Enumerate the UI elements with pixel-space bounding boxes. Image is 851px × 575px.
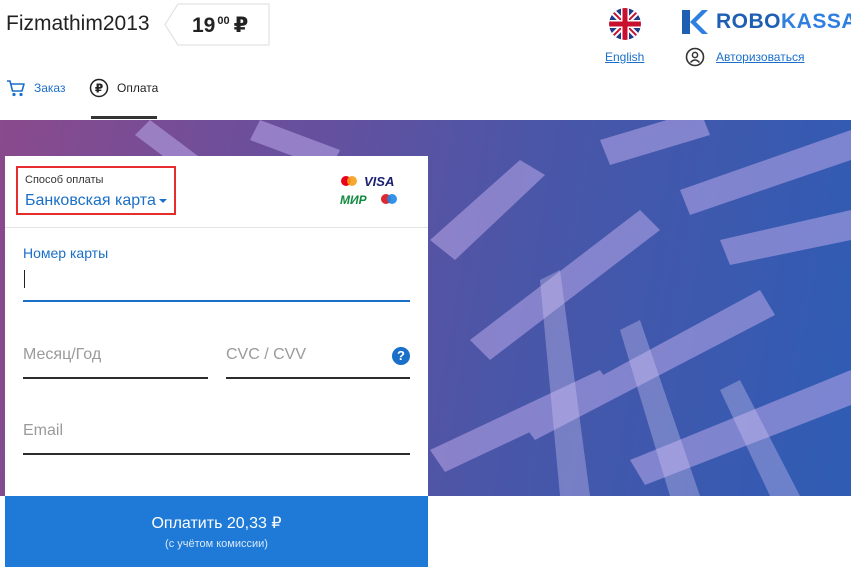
logo-text-kassa: KASSA <box>781 10 851 33</box>
tab-order[interactable]: Заказ <box>6 78 65 98</box>
expiry-input[interactable]: Месяц/Год <box>23 346 101 364</box>
price-tag: 19 00 ₽ <box>164 3 271 46</box>
help-question-icon[interactable]: ? <box>392 347 410 365</box>
pay-button-subtext: (с учётом комиссии) <box>165 538 268 550</box>
user-circle-icon[interactable] <box>685 47 705 67</box>
payment-method-value[interactable]: Банковская карта <box>25 192 167 210</box>
tab-payment-label: Оплата <box>117 81 159 95</box>
language-switch[interactable] <box>605 8 645 40</box>
cvc-input[interactable]: CVC / CVV <box>226 346 306 364</box>
pay-button[interactable]: Оплатить 20,33 ₽ (с учётом комиссии) <box>5 496 428 567</box>
visa-icon: VISA <box>364 174 394 189</box>
tab-order-label: Заказ <box>34 81 66 95</box>
email-input-underline <box>23 453 410 455</box>
price-cents: 00 <box>217 15 230 27</box>
chevron-down-icon[interactable] <box>158 198 167 203</box>
svg-text:₽: ₽ <box>95 82 103 96</box>
expiry-input-underline <box>23 377 208 379</box>
auth-label[interactable]: Авторизоваться <box>716 50 804 64</box>
pay-button-label: Оплатить 20,33 ₽ <box>151 515 282 532</box>
ruble-circle-icon[interactable]: ₽ <box>89 78 109 98</box>
uk-flag-icon[interactable] <box>609 8 641 40</box>
text-cursor <box>24 270 25 288</box>
payment-method-select[interactable]: Способ оплаты Банковская карта <box>16 166 176 215</box>
card-number-label: Номер карты <box>23 245 109 261</box>
email-input[interactable]: Email <box>23 422 63 440</box>
card-brand-logos: VISA МИР <box>340 174 397 207</box>
mir-icon: МИР <box>340 193 368 207</box>
form-divider <box>5 227 428 228</box>
payment-form: Способ оплаты Банковская карта VISA МИР … <box>5 156 428 496</box>
robokassa-logo: ROBOKASSA <box>682 10 851 34</box>
active-tab-indicator <box>91 116 157 119</box>
language-link[interactable]: English <box>605 50 644 64</box>
price-currency: ₽ <box>233 14 249 37</box>
maestro-icon <box>381 194 397 204</box>
merchant-name: Fizmathim2013 <box>6 12 150 35</box>
payment-method-text: Банковская карта <box>25 192 156 209</box>
logo-text-robo: ROBO <box>716 10 781 33</box>
robokassa-logo-icon <box>682 10 708 34</box>
auth-link[interactable]: Авторизоваться <box>685 47 804 67</box>
tab-payment[interactable]: ₽ Оплата <box>89 78 158 98</box>
price-whole: 19 <box>192 14 216 37</box>
mastercard-icon <box>341 176 357 186</box>
card-number-input[interactable] <box>23 300 410 302</box>
cart-icon[interactable] <box>6 78 26 98</box>
cvc-input-underline <box>226 377 410 379</box>
payment-method-label: Способ оплаты <box>25 174 104 186</box>
